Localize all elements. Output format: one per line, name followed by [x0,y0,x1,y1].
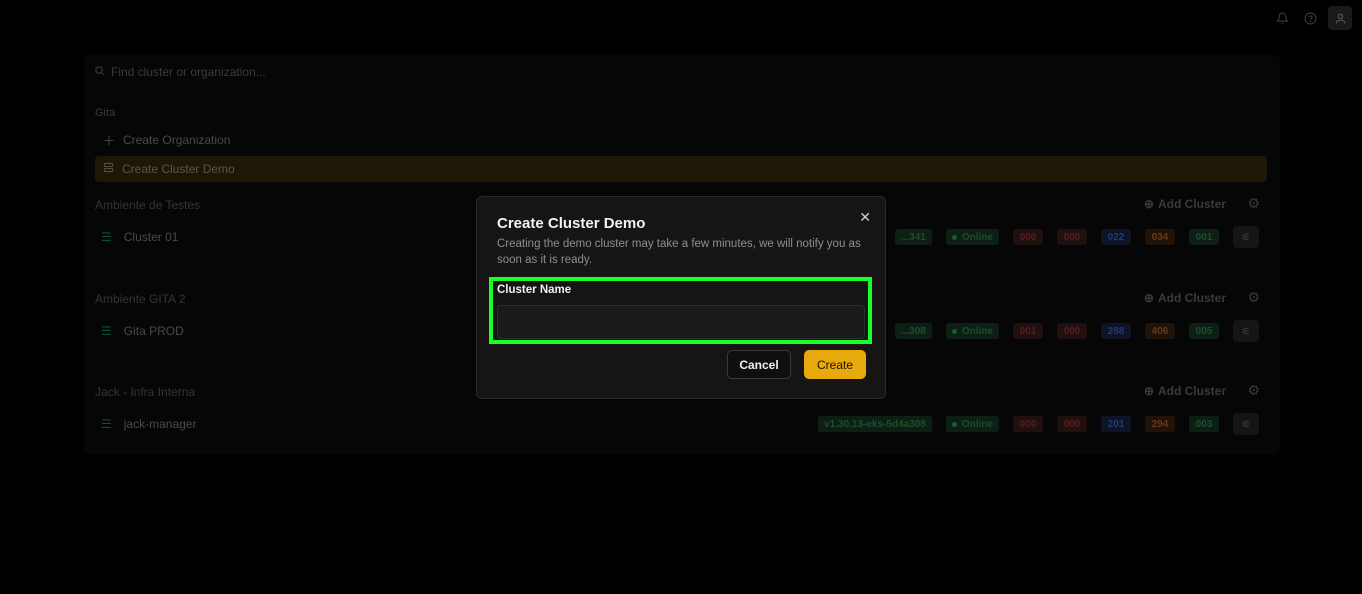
count-badge: 000 [1057,229,1087,245]
section-title: Ambiente de Testes [95,198,201,212]
count-badge: 034 [1145,229,1175,245]
cluster-badges: ...308 Online 001 000 288 406 005 ⚟ [894,320,1259,342]
status-badge: Online [945,323,999,339]
add-cluster-label: Add Cluster [1157,291,1226,305]
dialog-title: Create Cluster Demo [497,215,646,232]
cluster-name: Gita PROD [123,324,184,338]
gear-icon[interactable]: ⚙ [1247,382,1260,399]
organization-label: Gita [95,107,116,119]
count-badge: 201 [1101,416,1131,432]
plus-circle-icon: ⊕ [1143,197,1154,211]
create-cluster-demo-dialog: ✕ Create Cluster Demo Creating the demo … [476,196,886,399]
count-badge: 001 [1013,323,1043,339]
count-badge: 003 [1189,416,1219,432]
create-organization-item[interactable]: ＋ Create Organization [95,127,1267,153]
filter-icon[interactable]: ⚟ [1233,226,1259,248]
cluster-row[interactable]: ☰ jack-manager v1.30.13-eks-5d4a308 Onli… [95,413,1265,435]
count-badge: 022 [1101,229,1131,245]
user-icon[interactable] [1328,6,1352,30]
add-cluster-label: Add Cluster [1157,197,1226,211]
add-cluster-label: Add Cluster [1157,384,1226,398]
top-toolbar [1272,6,1352,30]
add-cluster-button[interactable]: ⊕ Add Cluster [1144,291,1226,305]
plus-circle-icon: ⊕ [1143,291,1154,305]
cluster-stack-icon: ☰ [101,324,112,338]
create-organization-label: Create Organization [123,133,231,147]
close-icon[interactable]: ✕ [859,209,871,226]
filter-icon[interactable]: ⚟ [1233,320,1259,342]
search-bar[interactable]: Find cluster or organization... [94,63,266,81]
count-badge: 294 [1145,416,1175,432]
version-badge: ...308 [894,323,932,339]
create-cluster-demo-item[interactable]: Create Cluster Demo [95,156,1267,182]
status-badge: Online [945,229,999,245]
cluster-name-label: Cluster Name [497,284,572,296]
create-button[interactable]: Create [804,350,866,379]
cluster-name-input[interactable] [497,305,865,339]
bell-icon[interactable] [1272,8,1292,28]
count-badge: 000 [1013,416,1043,432]
cluster-name: jack-manager [123,417,197,431]
search-placeholder: Find cluster or organization... [111,65,266,79]
plus-icon: ＋ [103,133,116,148]
gear-icon[interactable]: ⚙ [1247,289,1260,306]
cluster-stack-icon: ☰ [101,417,112,431]
count-badge: 005 [1189,323,1219,339]
section-title: Ambiente GITA 2 [95,292,186,306]
status-badge: Online [945,416,999,432]
status-label: Online [961,418,993,430]
count-badge: 000 [1013,229,1043,245]
count-badge: 406 [1145,323,1175,339]
cancel-button[interactable]: Cancel [727,350,791,379]
gear-icon[interactable]: ⚙ [1247,195,1260,212]
version-badge: v1.30.13-eks-5d4a308 [818,416,932,432]
count-badge: 000 [1057,416,1087,432]
add-cluster-button[interactable]: ⊕ Add Cluster [1144,197,1226,211]
cluster-stack-icon: ☰ [101,230,112,244]
help-icon[interactable] [1300,8,1320,28]
search-icon [94,65,105,79]
filter-icon[interactable]: ⚟ [1233,413,1259,435]
version-badge: ...341 [894,229,932,245]
cluster-badges: v1.30.13-eks-5d4a308 Online 000 000 201 … [818,413,1259,435]
cluster-name: Cluster 01 [123,230,179,244]
section-title: Jack - Infra Interna [95,385,196,399]
count-badge: 000 [1057,323,1087,339]
create-cluster-demo-label: Create Cluster Demo [122,162,235,176]
status-label: Online [961,325,993,337]
cluster-stack-icon [103,162,114,176]
cluster-badges: ...341 Online 000 000 022 034 001 ⚟ [894,226,1259,248]
count-badge: 288 [1101,323,1131,339]
status-label: Online [961,231,993,243]
count-badge: 001 [1189,229,1219,245]
plus-circle-icon: ⊕ [1143,384,1154,398]
dialog-description: Creating the demo cluster may take a few… [497,238,861,266]
add-cluster-button[interactable]: ⊕ Add Cluster [1144,384,1226,398]
